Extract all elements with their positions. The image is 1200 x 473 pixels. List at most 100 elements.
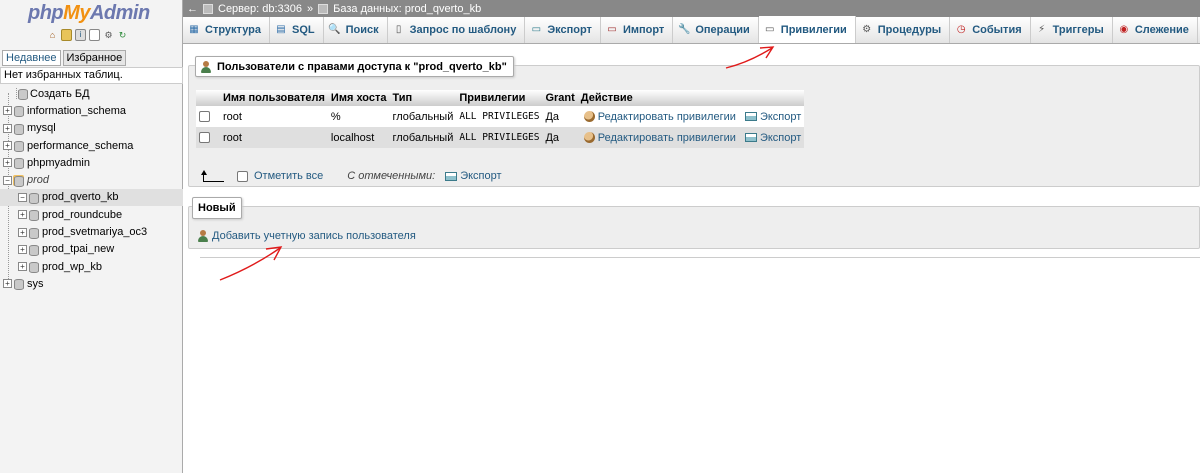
cell-type: глобальный — [389, 127, 457, 148]
col-grant[interactable]: Grant — [542, 90, 578, 106]
check-all-checkbox[interactable] — [237, 170, 248, 182]
database-icon — [13, 140, 24, 153]
tab-tracking[interactable]: ◉ Слежение — [1112, 17, 1198, 43]
reload-icon[interactable]: ↻ — [117, 29, 128, 41]
add-user-icon — [197, 230, 209, 242]
tab-structure[interactable]: ▦ Структура — [183, 17, 270, 43]
col-type[interactable]: Тип — [389, 90, 457, 106]
tab-events[interactable]: ◷ События — [950, 17, 1031, 43]
cell-hostname: localhost — [327, 127, 390, 148]
bulk-actions: Отметить все С отмеченными: Экспорт — [201, 170, 502, 182]
edit-privileges-link[interactable]: Редактировать привилегии — [583, 111, 736, 123]
expand-icon[interactable]: + — [3, 141, 12, 151]
col-username[interactable]: Имя пользователя — [220, 90, 328, 106]
routines-icon: ⚙ — [862, 24, 872, 35]
sql-icon[interactable] — [61, 29, 72, 41]
tab-import[interactable]: ▭ Импорт — [600, 17, 674, 43]
tab-routines[interactable]: ⚙ Процедуры — [855, 17, 951, 43]
cell-hostname: % — [327, 106, 390, 127]
collapse-icon[interactable]: − — [3, 175, 12, 185]
search-icon: 🔍 — [328, 24, 341, 35]
expand-icon[interactable]: + — [18, 262, 27, 272]
tree-item-database[interactable]: + prod_tpai_new — [0, 241, 183, 258]
col-hostname[interactable]: Имя хоста — [327, 90, 390, 106]
cell-privileges: ALL PRIVILEGES — [456, 106, 543, 127]
with-selected-label: С отмеченными: — [347, 170, 436, 182]
col-privileges[interactable]: Привилегии — [456, 90, 543, 106]
tree-group-prod[interactable]: − prod — [0, 171, 183, 188]
annotation-arrow-add-user — [219, 246, 283, 281]
database-tree: Создать БД + information_schema + mysql … — [0, 85, 183, 293]
bulk-export-button[interactable]: Экспорт — [445, 170, 502, 182]
expand-icon[interactable]: + — [3, 123, 12, 133]
tab-query[interactable]: ▯ Запрос по шаблону — [387, 17, 526, 43]
privileges-icon: ▭ — [765, 23, 775, 35]
tree-item-database-selected[interactable]: − prod_qverto_kb — [0, 188, 183, 207]
tree-item-database[interactable]: + prod_wp_kb — [0, 258, 183, 275]
divider — [200, 257, 1200, 258]
recent-favorites-tabs: Недавнее Избранное — [2, 50, 127, 66]
tab-recent[interactable]: Недавнее — [2, 50, 61, 66]
expand-icon[interactable]: + — [18, 244, 27, 254]
tree-item-database[interactable]: + phpmyadmin — [0, 154, 183, 171]
export-icon — [744, 112, 757, 122]
create-db-icon — [16, 88, 28, 101]
breadcrumb: ← Сервер: db:3306 » База данных: prod_qv… — [183, 0, 1200, 17]
edit-user-icon — [583, 111, 595, 123]
tree-item-database[interactable]: + mysql — [0, 120, 183, 137]
cell-username: root — [220, 106, 328, 127]
tree-item-create-db[interactable]: Создать БД — [0, 85, 183, 102]
top-menu-tabs: ▦ Структура ▤ SQL 🔍 Поиск ▯ Запрос по шаблон… — [183, 16, 1200, 44]
database-icon — [28, 209, 39, 222]
database-icon — [318, 3, 329, 14]
table-row: root % глобальный ALL PRIVILEGES Да Реда… — [196, 106, 805, 127]
database-icon — [28, 244, 39, 256]
docs-icon[interactable] — [89, 29, 100, 41]
tree-item-database[interactable]: + prod_roundcube — [0, 206, 183, 223]
tree-item-database[interactable]: + information_schema — [0, 102, 183, 119]
phpmyadmin-logo[interactable]: phpMyAdmin — [28, 2, 150, 25]
expand-icon[interactable]: + — [18, 210, 27, 220]
col-action: Действие — [577, 90, 805, 106]
tab-search[interactable]: 🔍 Поиск — [323, 17, 388, 43]
table-row: root localhost глобальный ALL PRIVILEGES… — [196, 127, 805, 148]
edit-privileges-link[interactable]: Редактировать привилегии — [583, 132, 736, 144]
tree-item-database[interactable]: + prod_svetmariya_oc3 — [0, 223, 183, 240]
check-all-label[interactable]: Отметить все — [254, 170, 323, 182]
quick-icons: ⌂ i ⚙ ↻ — [47, 29, 128, 41]
tab-favorites[interactable]: Избранное — [62, 50, 127, 66]
server-icon — [203, 3, 213, 14]
users-table: Имя пользователя Имя хоста Тип Привилеги… — [196, 90, 805, 148]
export-user-link[interactable]: Экспорт — [744, 111, 801, 123]
select-arrow-icon — [201, 170, 224, 182]
breadcrumb-server[interactable]: Сервер: db:3306 — [218, 3, 302, 15]
annotation-arrow-privileges — [725, 46, 775, 69]
export-user-link[interactable]: Экспорт — [744, 132, 801, 144]
expand-icon[interactable]: + — [18, 227, 27, 237]
tab-triggers[interactable]: ⚡ Триггеры — [1030, 17, 1113, 43]
home-icon[interactable]: ⌂ — [47, 29, 58, 41]
settings-icon[interactable]: ⚙ — [103, 29, 114, 41]
tab-sql[interactable]: ▤ SQL — [270, 17, 324, 43]
tab-privileges[interactable]: ▭ Привилегии — [758, 16, 856, 43]
tree-item-database[interactable]: + sys — [0, 275, 183, 292]
edit-user-icon — [583, 132, 595, 144]
row-checkbox[interactable] — [199, 132, 210, 144]
row-checkbox[interactable] — [199, 111, 210, 123]
database-icon — [13, 123, 24, 135]
database-icon — [28, 192, 39, 204]
expand-icon[interactable]: + — [3, 106, 12, 116]
export-icon — [445, 171, 458, 181]
collapse-icon[interactable]: − — [18, 192, 27, 202]
collapse-arrow-icon[interactable]: ← — [187, 3, 198, 15]
breadcrumb-database[interactable]: База данных: prod_qverto_kb — [333, 3, 481, 15]
structure-icon: ▦ — [189, 24, 199, 35]
expand-icon[interactable]: + — [3, 158, 12, 168]
triggers-icon: ⚡ — [1038, 24, 1046, 35]
expand-icon[interactable]: + — [3, 279, 12, 289]
info-icon[interactable]: i — [75, 29, 86, 41]
cell-grant: Да — [542, 127, 578, 148]
tab-export[interactable]: ▭ Экспорт — [525, 17, 601, 43]
tree-item-database[interactable]: + performance_schema — [0, 137, 183, 154]
database-icon — [28, 227, 39, 239]
